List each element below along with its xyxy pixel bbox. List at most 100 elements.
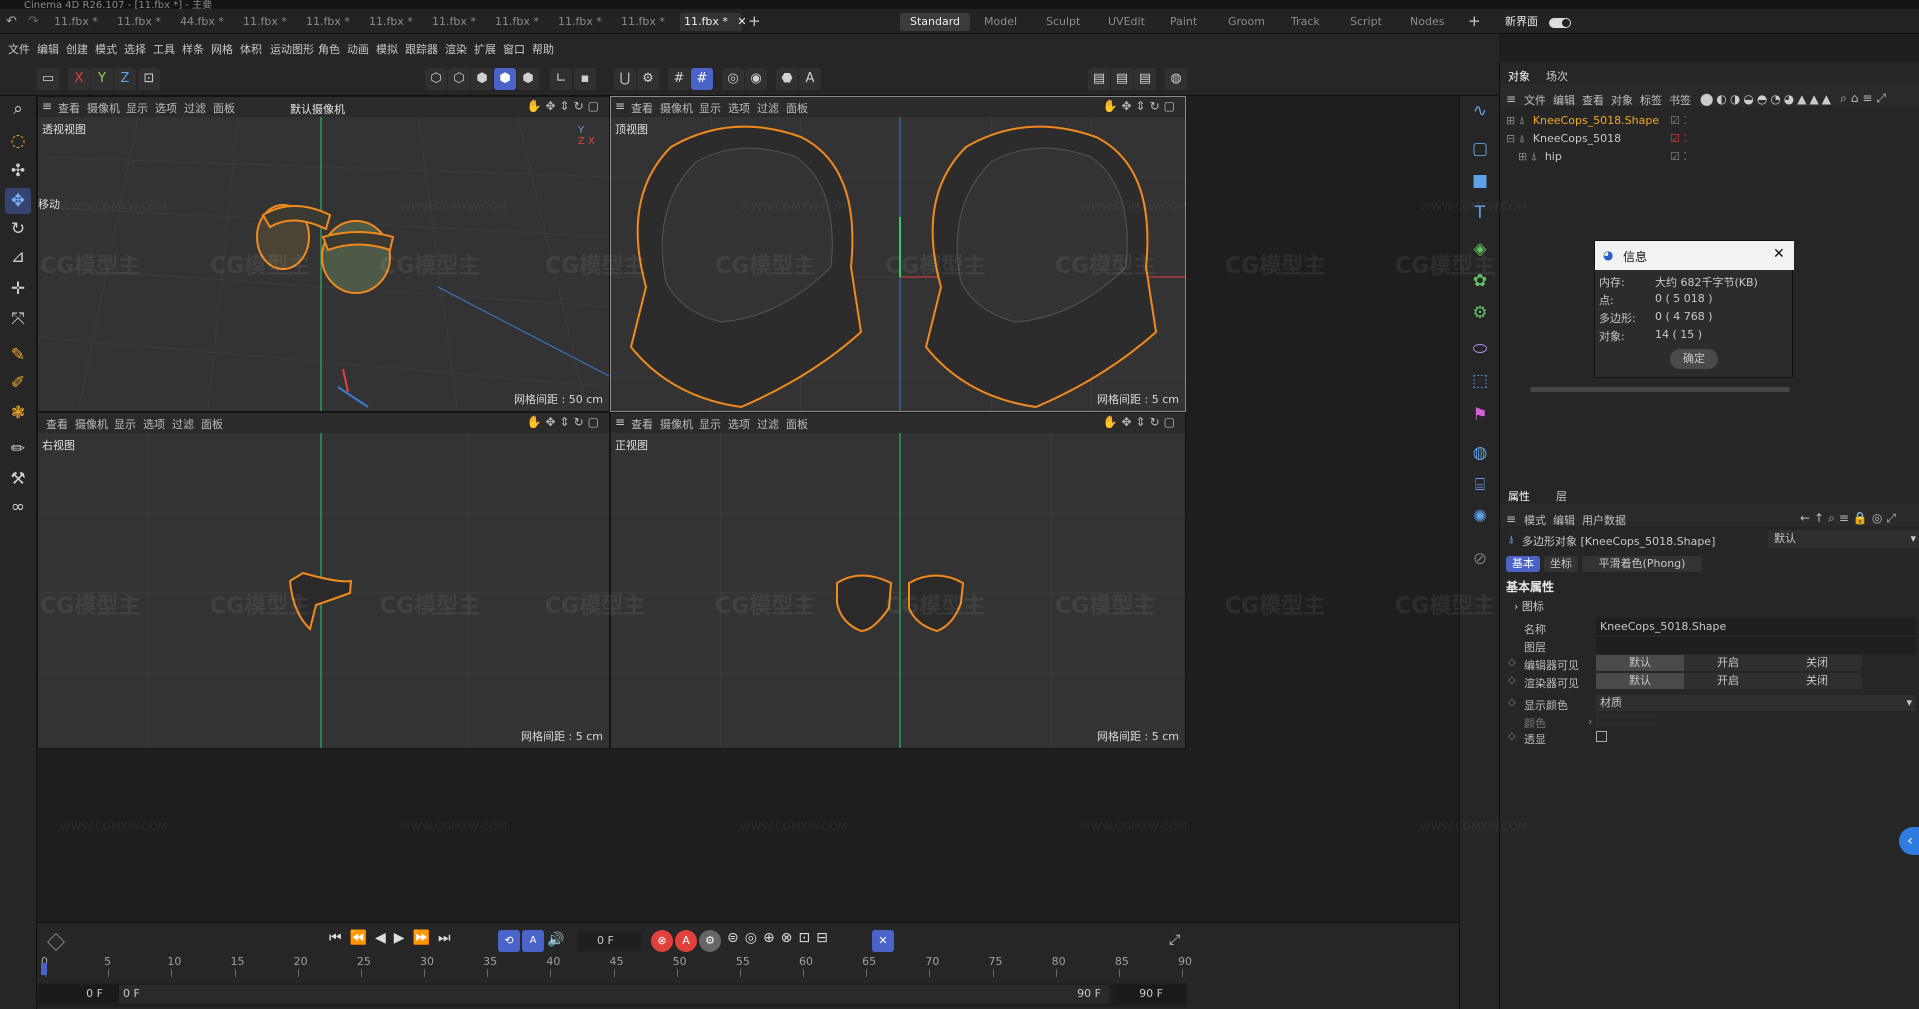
color-swatch[interactable] [1596,713,1656,727]
magnet-icon[interactable]: ⋃ [614,68,636,90]
scheme-icon[interactable]: ✕ [872,930,894,952]
close-tab-icon[interactable]: ✕ [737,15,746,28]
generator-icon[interactable]: ◈ [1467,236,1493,262]
viewport-menu-filter[interactable]: 过滤 [757,416,779,432]
obj-menu-file[interactable]: 文件 [1524,92,1546,108]
viewport-menu-view[interactable]: 查看 [631,416,653,432]
viewport-menu-display[interactable]: 显示 [126,100,148,116]
new-interface-toggle[interactable] [1549,18,1571,28]
solo-icon[interactable]: ▪ [574,68,596,90]
viewport-menu-panel[interactable]: 面板 [201,416,223,432]
subtab-coord[interactable]: 坐标 [1544,556,1578,572]
spline-pen-icon[interactable]: ✎ [5,342,31,368]
interactive-render-icon[interactable]: ◍ [1165,68,1187,90]
menu-tools[interactable]: 工具 [153,41,175,57]
layout-sculpt[interactable]: Sculpt [1046,13,1080,31]
editor-visible-on[interactable]: 开启 [1684,655,1772,671]
document-tab[interactable]: 44.fbx * [176,13,228,31]
menu-create[interactable]: 创建 [66,41,88,57]
render-visible-default[interactable]: 默认 [1596,673,1684,689]
layout-standard[interactable]: Standard [900,13,971,31]
text-icon[interactable]: T [1467,200,1493,226]
viewport-nav-icons[interactable]: ✋✥⇕↻▢ [1103,99,1179,113]
menu-icon[interactable]: ≡ [1506,512,1516,526]
viewport-menu-view[interactable]: 查看 [58,100,80,116]
menu-mode[interactable]: 模式 [95,41,117,57]
search-icon[interactable]: ⌕ [5,96,31,122]
document-tab[interactable]: 11.fbx * [239,13,291,31]
ok-button[interactable]: 确定 [1670,349,1718,369]
menu-spline[interactable]: 样条 [182,41,204,57]
menu-volume[interactable]: 体积 [240,41,262,57]
model-mode-icon[interactable]: ⬢ [494,68,516,90]
visibility-dots[interactable]: ☑ ⁚ [1670,130,1687,148]
camera-icon[interactable]: ⬚ [1467,368,1493,394]
timeline-ruler[interactable]: 0 5 10 15 20 25 30 35 40 45 50 55 60 65 70 75 80 85 90 [37,955,1192,979]
viewport-menu-view[interactable]: 查看 [631,100,653,116]
menu-mograph[interactable]: 运动图形 [270,41,314,57]
viewport-menu-camera[interactable]: 摄像机 [660,416,693,432]
sketch-icon[interactable]: ✐ [5,370,31,396]
keyframe-diamond-icon[interactable]: ◇ [1508,697,1516,708]
menu-mesh[interactable]: 网格 [211,41,233,57]
viewport-front[interactable]: ≡ 查看 摄像机 显示 选项 过滤 面板 ✋✥⇕↻▢ 正视图 网格间距 : 5 … [610,412,1186,749]
obj-menu-tags[interactable]: 标签 [1640,92,1662,108]
viewport-nav-icons[interactable]: ✋✥⇕↻▢ [527,415,603,429]
points-mode-icon[interactable]: ⬡ [425,68,447,90]
new-interface-label[interactable]: 新界面 [1505,13,1538,31]
field-icon[interactable]: ⬭ [1467,336,1493,362]
disabled-tool-icon[interactable]: ⊘ [1467,546,1493,572]
menu-edit[interactable]: 编辑 [37,41,59,57]
viewport-menu-icon[interactable]: ≡ [615,99,625,113]
move-tool-icon[interactable]: ✥ [5,188,31,214]
material-tags-row[interactable]: ⬤◐◑◒◓◔◕▲▲▲ [1700,92,1919,108]
rotate-tool-icon[interactable]: ↻ [5,216,31,242]
undo-icon[interactable]: ↶ [6,14,17,29]
keyframe-diamond-icon[interactable]: ◇ [1508,657,1516,668]
menu-simulate[interactable]: 模拟 [376,41,398,57]
attr-menu-mode[interactable]: 模式 [1524,512,1546,528]
subtab-basic[interactable]: 基本 [1506,556,1540,572]
menu-render[interactable]: 渲染 [445,41,467,57]
viewport-nav-icons[interactable]: ✋✥⇕↻▢ [527,99,603,113]
editor-visible-default[interactable]: 默认 [1596,655,1684,671]
edges-mode-icon[interactable]: ⬡ [448,68,470,90]
menu-icon[interactable]: ≡ [1506,92,1516,106]
knife-icon[interactable]: ⚒ [5,466,31,492]
start-frame-field[interactable]: 0 F [39,985,119,1003]
document-tab[interactable]: 11.fbx * [365,13,417,31]
snap-settings-icon[interactable]: ⚙ [637,68,659,90]
name-field[interactable]: KneeCops_5018.Shape [1596,618,1916,635]
layout-nodes[interactable]: Nodes [1410,13,1444,31]
viewport-menu-filter[interactable]: 过滤 [757,100,779,116]
camera-label[interactable]: 默认摄像机 [290,101,345,117]
viewport-solo-icon[interactable]: ▭ [37,68,59,90]
menu-character[interactable]: 角色 [318,41,340,57]
playhead[interactable] [41,963,47,975]
render-picture-viewer-icon[interactable]: ▤ [1111,68,1133,90]
menu-tracker[interactable]: 跟踪器 [405,41,438,57]
document-tab[interactable]: 11.fbx * [617,13,669,31]
scale-tool-icon[interactable]: ⊿ [5,244,31,270]
obj-menu-edit[interactable]: 编辑 [1553,92,1575,108]
object-row[interactable]: ⊟ ⍋ KneeCops_5018 ☑ ⁚ [1500,130,1919,148]
camera-object-icon[interactable]: ⌸ [1467,472,1493,498]
viewport-menu-options[interactable]: 选项 [728,416,750,432]
viewport-menu-display[interactable]: 显示 [699,100,721,116]
viewport-menu-camera[interactable]: 摄像机 [87,100,120,116]
tab-attributes[interactable]: 属性 [1508,488,1530,504]
subtab-phong[interactable]: 平滑着色(Phong) [1582,556,1702,572]
viewport-menu-options[interactable]: 选项 [155,100,177,116]
keyframe-mode-icon[interactable] [47,933,65,951]
object-row[interactable]: ⊞ ⍋ hip ☑ ⁚ [1500,148,1919,166]
menu-animate[interactable]: 动画 [347,41,369,57]
texture-mode-icon[interactable]: ⬢ [517,68,539,90]
viewport-menu-view[interactable]: 查看 [46,416,68,432]
menu-extensions[interactable]: 扩展 [474,41,496,57]
menu-select[interactable]: 选择 [124,41,146,57]
viewport-menu-panel[interactable]: 面板 [786,100,808,116]
obj-menu-object[interactable]: 对象 [1611,92,1633,108]
viewport-nav-icons[interactable]: ✋✥⇕↻▢ [1103,415,1179,429]
document-tab[interactable]: 11.fbx * [491,13,543,31]
viewport-menu-filter[interactable]: 过滤 [172,416,194,432]
